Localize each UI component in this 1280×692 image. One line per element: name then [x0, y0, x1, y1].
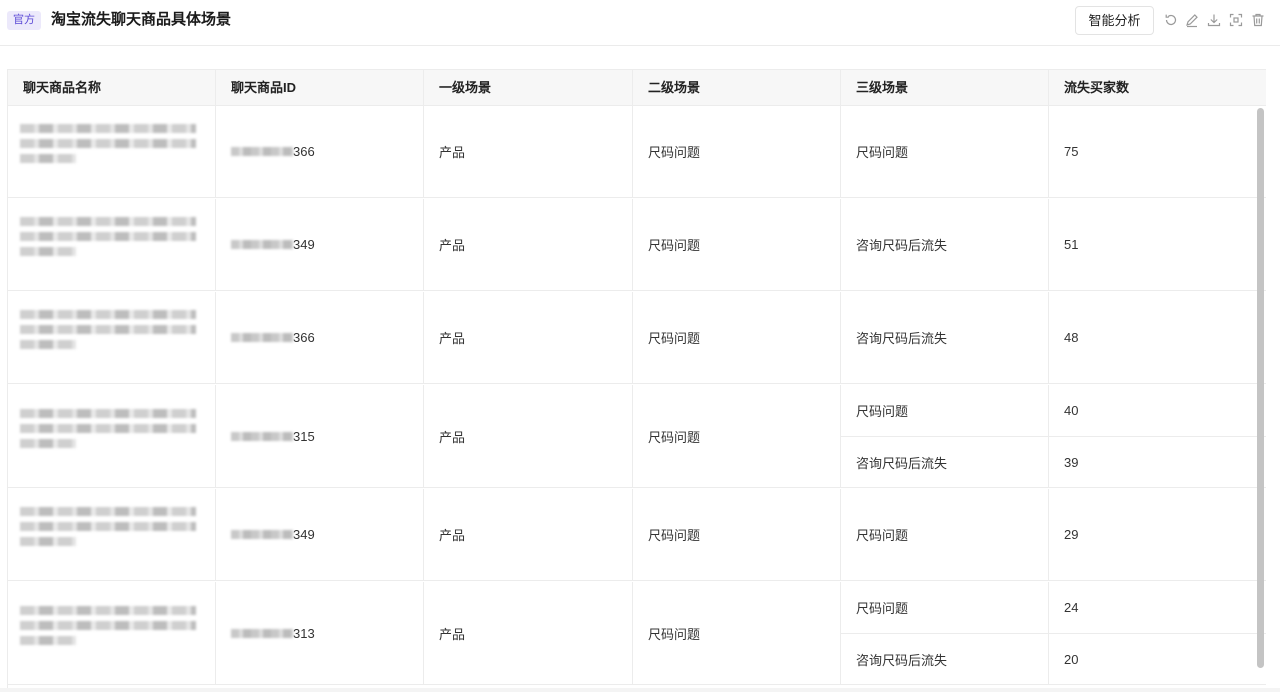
level2-scene-cell: 尺码问题 — [633, 292, 841, 384]
level3-scene-cell: 尺码问题 — [841, 582, 1049, 634]
refresh-icon[interactable] — [1163, 12, 1179, 28]
lost-buyers-count-cell: 29 — [1049, 489, 1266, 581]
level3-scene-cell: 咨询尺码后流失 — [841, 292, 1049, 384]
level3-scene-cell: 咨询尺码后流失 — [841, 437, 1049, 488]
product-id-suffix: 313 — [293, 625, 315, 641]
redacted-product-name — [20, 124, 196, 169]
edit-icon[interactable] — [1184, 12, 1200, 28]
redacted-id-prefix — [231, 530, 293, 539]
product-id-cell: 313 — [216, 582, 424, 685]
level1-scene-cell: 产品 — [424, 106, 633, 198]
smart-analysis-button[interactable]: 智能分析 — [1075, 6, 1154, 35]
official-badge: 官方 — [7, 11, 41, 30]
lost-buyers-count-cell: 75 — [1049, 106, 1266, 198]
level3-scene-cell: 尺码问题 — [841, 489, 1049, 581]
column-header-level1[interactable]: 一级场景 — [424, 70, 633, 106]
delete-icon[interactable] — [1250, 12, 1266, 28]
redacted-product-name — [20, 310, 196, 355]
fullscreen-icon[interactable] — [1228, 12, 1244, 28]
data-table: 聊天商品名称 聊天商品ID 一级场景 二级场景 三级场景 流失买家数 366 产品… — [7, 69, 1266, 692]
column-header-level3[interactable]: 三级场景 — [841, 70, 1049, 106]
product-id-suffix: 366 — [293, 330, 315, 345]
redacted-product-name — [20, 507, 196, 552]
product-name-cell — [8, 582, 216, 685]
product-name-cell — [8, 106, 216, 198]
product-id-cell: 315 — [216, 385, 424, 488]
level2-scene-cell: 尺码问题 — [633, 106, 841, 198]
lost-buyers-count-cell: 39 — [1049, 437, 1266, 488]
column-header-product-name[interactable]: 聊天商品名称 — [8, 70, 216, 106]
product-name-cell — [8, 489, 216, 581]
product-name-cell — [8, 199, 216, 291]
product-id-suffix: 315 — [293, 428, 315, 444]
download-icon[interactable] — [1206, 12, 1222, 28]
vertical-scrollbar[interactable] — [1257, 108, 1264, 668]
lost-buyers-count-cell: 48 — [1049, 292, 1266, 384]
lost-buyers-count-cell: 24 — [1049, 582, 1266, 634]
card-title: 淘宝流失聊天商品具体场景 — [51, 11, 232, 28]
column-header-product-id[interactable]: 聊天商品ID — [216, 70, 424, 106]
level3-scene-cell: 尺码问题 — [841, 385, 1049, 437]
level2-scene-cell: 尺码问题 — [633, 385, 841, 488]
level1-scene-cell: 产品 — [424, 292, 633, 384]
product-id-suffix: 349 — [293, 527, 315, 542]
redacted-id-prefix — [231, 240, 293, 249]
product-name-cell — [8, 385, 216, 488]
dashboard-card-header: 官方 淘宝流失聊天商品具体场景 智能分析 — [0, 0, 1280, 46]
product-name-cell — [8, 292, 216, 384]
redacted-product-name — [20, 408, 196, 454]
product-id-cell: 349 — [216, 199, 424, 291]
level3-scene-cell: 尺码问题 — [841, 106, 1049, 198]
level1-scene-cell: 产品 — [424, 489, 633, 581]
level3-scene-cell: 咨询尺码后流失 — [841, 199, 1049, 291]
card-bottom-edge — [0, 688, 1280, 692]
redacted-id-prefix — [231, 431, 293, 441]
product-id-cell: 366 — [216, 292, 424, 384]
redacted-id-prefix — [231, 147, 293, 156]
level3-scene-cell: 咨询尺码后流失 — [841, 634, 1049, 685]
level1-scene-cell: 产品 — [424, 582, 633, 685]
table-header-row: 聊天商品名称 聊天商品ID 一级场景 二级场景 三级场景 流失买家数 — [8, 70, 1266, 106]
lost-buyers-count-cell: 20 — [1049, 634, 1266, 685]
product-id-suffix: 349 — [293, 237, 315, 252]
product-id-suffix: 366 — [293, 144, 315, 159]
lost-buyers-count-cell: 51 — [1049, 199, 1266, 291]
redacted-product-name — [20, 605, 196, 651]
product-id-cell: 349 — [216, 489, 424, 581]
column-header-lost-buyers[interactable]: 流失买家数 — [1049, 70, 1266, 106]
redacted-product-name — [20, 217, 196, 262]
level1-scene-cell: 产品 — [424, 385, 633, 488]
level2-scene-cell: 尺码问题 — [633, 199, 841, 291]
column-header-level2[interactable]: 二级场景 — [633, 70, 841, 106]
redacted-id-prefix — [231, 333, 293, 342]
level2-scene-cell: 尺码问题 — [633, 489, 841, 581]
lost-buyers-count-cell: 40 — [1049, 385, 1266, 437]
level2-scene-cell: 尺码问题 — [633, 582, 841, 685]
level1-scene-cell: 产品 — [424, 199, 633, 291]
product-id-cell: 366 — [216, 106, 424, 198]
redacted-id-prefix — [231, 628, 293, 638]
